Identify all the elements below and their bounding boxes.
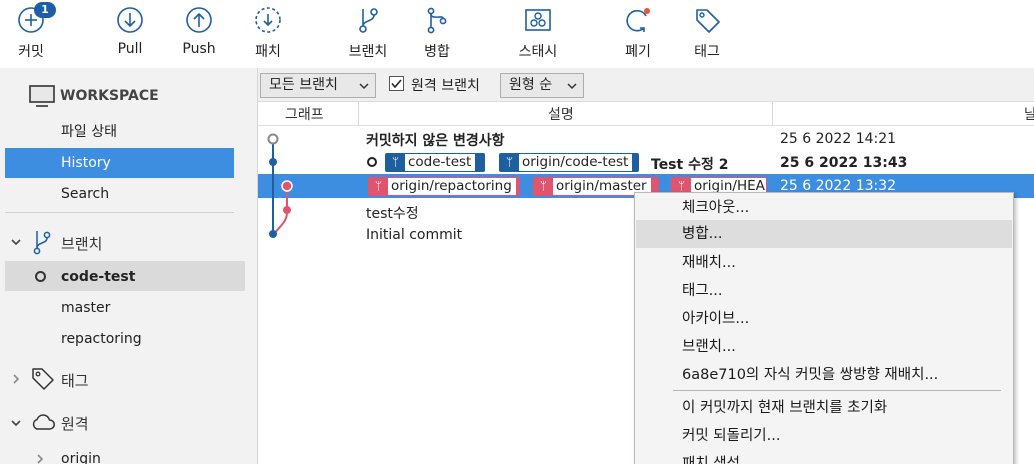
- merge-icon: [427, 7, 447, 34]
- merge-button[interactable]: 병합: [417, 4, 457, 61]
- branch-icon: ᛘ: [374, 179, 383, 193]
- branch-label: 브랜치: [348, 44, 388, 60]
- patch-icon: [255, 7, 281, 33]
- menu-item-checkout[interactable]: 체크아웃...: [636, 194, 1012, 222]
- context-menu: 체크아웃... 병합... 재배치... 태그... 아카이브... 브랜치..…: [634, 192, 1014, 464]
- tag-icon: [696, 9, 720, 33]
- uncommitted-changes-label[interactable]: 커밋하지 않은 변경사항: [366, 130, 505, 150]
- sidebar: WORKSPACE 파일 상태 History Search 브랜치 code-…: [0, 68, 258, 464]
- graph-column-header[interactable]: 그래프: [285, 104, 324, 124]
- order-value: 원형 순: [509, 77, 553, 93]
- discard-icon: [626, 8, 650, 32]
- pull-icon: [117, 7, 143, 33]
- sidebar-item-branch[interactable]: repactoring: [61, 324, 142, 354]
- pull-label: Pull: [117, 41, 143, 57]
- order-dropdown[interactable]: 원형 순: [500, 73, 584, 98]
- sidebar-item-remote[interactable]: origin: [61, 444, 101, 464]
- push-label: Push: [182, 41, 216, 57]
- branch-tag[interactable]: ᛘ origin/repactoring: [368, 177, 520, 196]
- commit-message[interactable]: Test 수정 2: [651, 154, 728, 174]
- menu-separator: [673, 390, 1001, 391]
- cloud-icon: [32, 414, 55, 430]
- branches-filter-value: 모든 브랜치: [269, 77, 338, 93]
- commit-message[interactable]: test수정: [366, 203, 419, 223]
- menu-item-archive[interactable]: 아카이브...: [636, 305, 1012, 333]
- toolbar: 1 커밋 Pull Push 패치 브랜치 병합 스태시 폐기 태그: [0, 0, 1034, 68]
- commit-graph: [267, 133, 293, 238]
- branches-section-title[interactable]: 브랜치: [61, 233, 102, 254]
- branch-button[interactable]: 브랜치: [343, 4, 393, 61]
- pull-button[interactable]: Pull: [110, 4, 150, 57]
- commit-button[interactable]: 1 커밋: [8, 2, 56, 61]
- chevron-down-icon: [567, 83, 577, 90]
- commit-count-badge: 1: [34, 2, 56, 18]
- sidebar-item-history[interactable]: History: [61, 148, 111, 178]
- discard-label: 폐기: [625, 44, 651, 60]
- branch-icon: [33, 231, 51, 255]
- stash-button[interactable]: 스태시: [512, 4, 564, 61]
- sidebar-selection: [5, 148, 234, 178]
- push-icon: [186, 7, 212, 33]
- filter-bar: 모든 브랜치 원격 브랜치 원형 순: [258, 68, 1034, 102]
- head-indicator-icon: [367, 157, 377, 167]
- branch-icon: ᛘ: [391, 155, 400, 169]
- sidebar-item-file-status[interactable]: 파일 상태: [61, 117, 117, 147]
- menu-item-interactive-rebase[interactable]: 6a8e710의 자식 커밋을 쌍방향 재배치...: [636, 361, 1012, 389]
- menu-item-reset[interactable]: 이 커밋까지 현재 브랜치를 초기화: [636, 394, 1012, 422]
- merge-label: 병합: [424, 44, 450, 60]
- menu-item-tag[interactable]: 태그...: [636, 277, 1012, 305]
- remote-branches-label: 원격 브랜치: [411, 78, 480, 94]
- column-divider[interactable]: [772, 102, 773, 126]
- menu-item-rebase[interactable]: 재배치...: [636, 249, 1012, 277]
- chevron-right-icon[interactable]: [10, 373, 22, 385]
- sidebar-item-branch[interactable]: code-test: [61, 262, 135, 292]
- patch-button[interactable]: 패치: [248, 4, 288, 61]
- branch-icon: ᛘ: [539, 179, 548, 193]
- menu-item-branch[interactable]: 브랜치...: [636, 333, 1012, 361]
- tag-icon: [32, 368, 54, 390]
- tags-section-title[interactable]: 태그: [61, 370, 89, 391]
- menu-item-revert[interactable]: 커밋 되돌리기...: [636, 422, 1012, 450]
- sidebar-divider: [5, 212, 234, 213]
- patch-label: 패치: [255, 44, 281, 60]
- commit-date: 25 6 2022 13:43: [780, 155, 908, 171]
- chevron-right-icon[interactable]: [34, 453, 46, 464]
- menu-item-create-patch[interactable]: 패치 생성...: [636, 450, 1012, 464]
- discard-button[interactable]: 폐기: [618, 4, 658, 61]
- branches-filter-dropdown[interactable]: 모든 브랜치: [260, 73, 376, 98]
- monitor-icon: [29, 85, 55, 107]
- branch-tag[interactable]: ᛘ origin/code-test: [499, 153, 639, 172]
- stash-label: 스태시: [518, 44, 558, 60]
- column-divider[interactable]: [358, 102, 359, 126]
- commit-message[interactable]: Initial commit: [366, 227, 462, 243]
- chevron-down-icon[interactable]: [10, 236, 22, 248]
- column-header: 그래프 설명 날: [258, 102, 1034, 126]
- sidebar-item-search[interactable]: Search: [61, 179, 109, 209]
- branch-icon: [359, 8, 378, 33]
- current-branch-icon: [35, 271, 46, 282]
- description-column-header[interactable]: 설명: [548, 104, 574, 124]
- tag-label: 태그: [694, 44, 720, 60]
- menu-item-merge[interactable]: 병합...: [636, 220, 1012, 248]
- date-column-header[interactable]: 날: [1024, 104, 1034, 124]
- push-button[interactable]: Push: [178, 4, 220, 57]
- chevron-down-icon[interactable]: [10, 417, 22, 429]
- commit-date: 25 6 2022 14:21: [780, 131, 897, 147]
- remotes-section-title[interactable]: 원격: [61, 413, 89, 434]
- sidebar-item-branch[interactable]: master: [61, 293, 110, 323]
- commit-label: 커밋: [18, 44, 44, 60]
- chevron-down-icon: [359, 83, 369, 90]
- tag-button[interactable]: 태그: [687, 4, 727, 61]
- stash-icon: [525, 9, 551, 31]
- branch-icon: ᛘ: [505, 155, 514, 169]
- branch-tag[interactable]: ᛘ code-test: [385, 153, 485, 172]
- workspace-title: WORKSPACE: [60, 88, 159, 104]
- remote-branches-checkbox[interactable]: [389, 76, 404, 91]
- checkmark-icon: [391, 79, 402, 89]
